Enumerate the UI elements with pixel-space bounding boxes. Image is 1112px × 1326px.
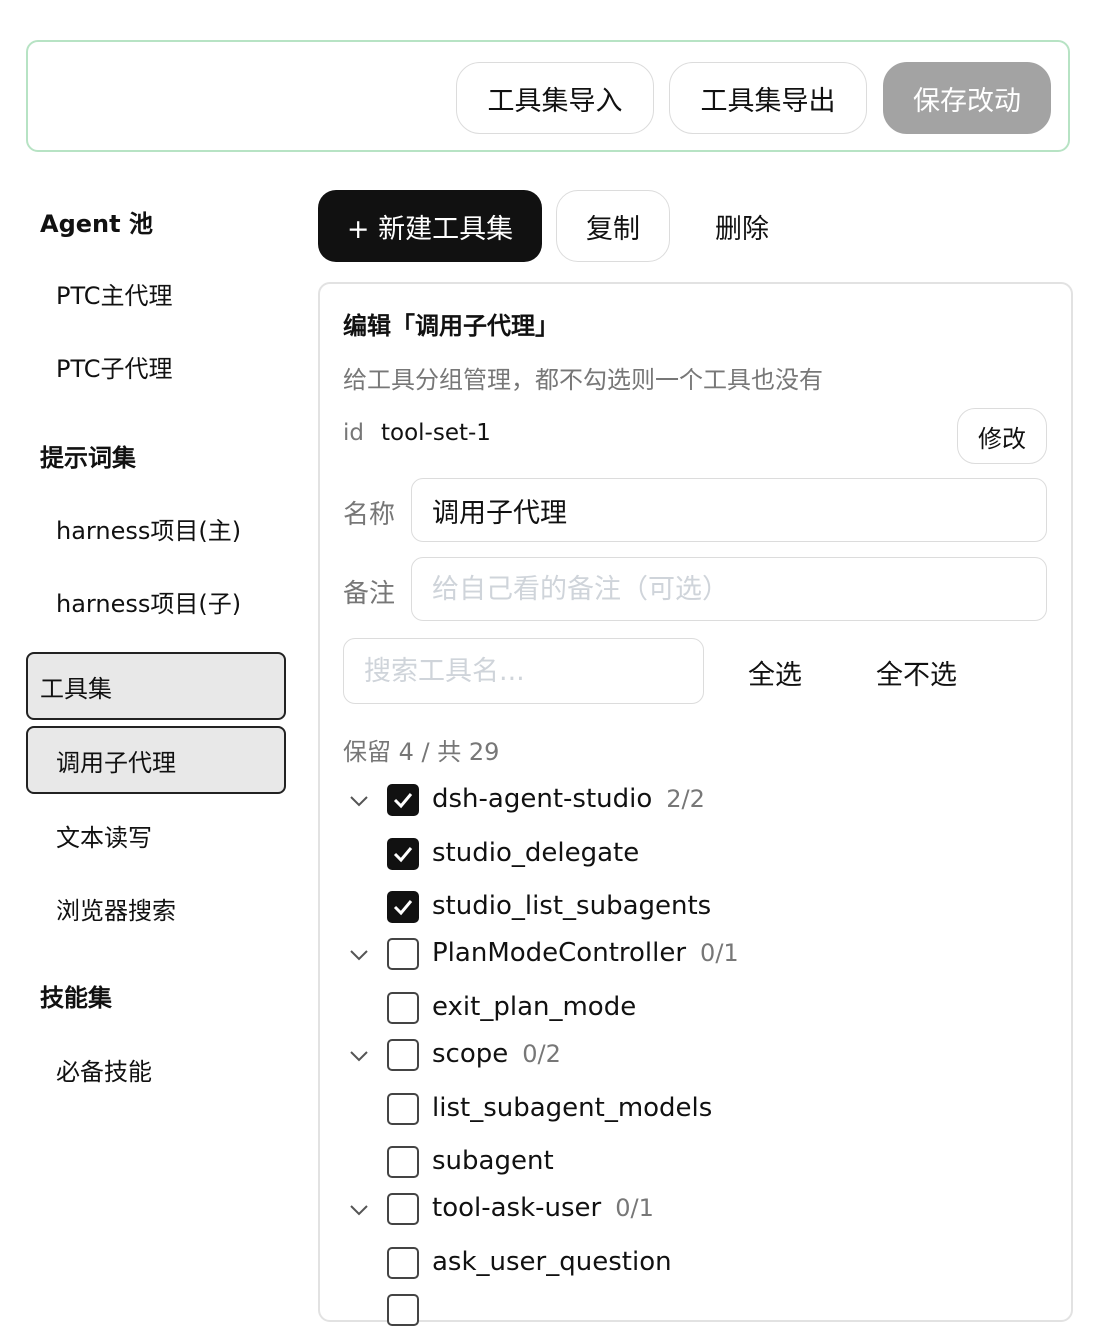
sidebar-group-prompt-sets: 提示词集 xyxy=(40,444,136,472)
tool-group-row: scope 0/2 xyxy=(432,1039,561,1069)
note-field[interactable] xyxy=(411,557,1047,621)
tool-group-name: tool-ask-user xyxy=(432,1193,602,1223)
save-changes-button[interactable]: 保存改动 xyxy=(883,62,1051,134)
group-checkbox[interactable] xyxy=(387,938,419,970)
check-icon xyxy=(393,847,413,863)
sidebar-group-tool-sets-label: 工具集 xyxy=(40,674,112,703)
tool-group-name: PlanModeController xyxy=(432,938,687,968)
name-field[interactable] xyxy=(411,478,1047,542)
sidebar-item-call-subagent-label: 调用子代理 xyxy=(56,748,176,777)
sidebar-item-call-subagent[interactable]: 调用子代理 xyxy=(26,726,286,794)
name-label: 名称 xyxy=(343,500,396,530)
export-toolset-button[interactable]: 工具集导出 xyxy=(669,62,867,134)
new-toolset-button[interactable]: + 新建工具集 xyxy=(318,190,542,262)
tool-search-input[interactable] xyxy=(343,638,704,704)
sidebar-item-ptc-main[interactable]: PTC主代理 xyxy=(56,276,172,311)
sidebar-item-harness-sub[interactable]: harness项目(子) xyxy=(56,584,241,619)
copy-button[interactable]: 复制 xyxy=(556,190,670,262)
sidebar-item-browser-search[interactable]: 浏览器搜索 xyxy=(56,891,176,926)
sidebar-group-skill-sets: 技能集 xyxy=(40,984,112,1012)
tool-group-row: dsh-agent-studio 2/2 xyxy=(432,784,705,814)
select-all-button[interactable]: 全选 xyxy=(748,653,802,692)
selection-count: 保留 4 / 共 29 xyxy=(343,738,500,766)
chevron-down-icon[interactable] xyxy=(348,1199,370,1221)
chevron-down-icon[interactable] xyxy=(348,944,370,966)
delete-button[interactable]: 删除 xyxy=(700,190,784,262)
sidebar-item-ptc-sub[interactable]: PTC子代理 xyxy=(56,349,172,384)
tool-group-count: 0/1 xyxy=(700,939,739,967)
tool-checkbox[interactable] xyxy=(387,1093,419,1125)
sidebar-item-harness-main[interactable]: harness项目(主) xyxy=(56,511,241,546)
sidebar-item-text-rw[interactable]: 文本读写 xyxy=(56,818,152,853)
group-checkbox[interactable] xyxy=(387,1193,419,1225)
tool-group-name: dsh-agent-studio xyxy=(432,784,653,814)
tool-name: list_subagent_models xyxy=(432,1093,713,1123)
tool-group-count: 2/2 xyxy=(666,785,705,813)
tool-checkbox[interactable] xyxy=(387,1294,419,1326)
tool-name: exit_plan_mode xyxy=(432,992,637,1022)
tool-checkbox[interactable] xyxy=(387,838,419,870)
tool-name: ask_user_question xyxy=(432,1247,672,1277)
import-toolset-button[interactable]: 工具集导入 xyxy=(456,62,654,134)
modify-id-button[interactable]: 修改 xyxy=(957,408,1047,464)
check-icon xyxy=(393,793,413,809)
chevron-down-icon[interactable] xyxy=(348,1045,370,1067)
id-value: tool-set-1 xyxy=(381,420,491,446)
id-label: id xyxy=(343,420,364,446)
chevron-down-icon[interactable] xyxy=(348,790,370,812)
editor-title: 编辑「调用子代理」 xyxy=(343,312,559,340)
select-none-button[interactable]: 全不选 xyxy=(876,653,957,692)
tool-group-row: tool-ask-user 0/1 xyxy=(432,1193,654,1223)
tool-checkbox[interactable] xyxy=(387,992,419,1024)
tool-group-name: scope xyxy=(432,1039,509,1069)
tool-checkbox[interactable] xyxy=(387,891,419,923)
tool-checkbox[interactable] xyxy=(387,1146,419,1178)
group-checkbox[interactable] xyxy=(387,1039,419,1071)
sidebar-group-tool-sets[interactable]: 工具集 xyxy=(26,652,286,720)
tool-group-count: 0/1 xyxy=(615,1194,654,1222)
tool-group-count: 0/2 xyxy=(522,1040,561,1068)
editor-description: 给工具分组管理，都不勾选则一个工具也没有 xyxy=(343,366,823,394)
note-label: 备注 xyxy=(343,579,396,609)
group-checkbox[interactable] xyxy=(387,784,419,816)
sidebar-item-essential-skills[interactable]: 必备技能 xyxy=(56,1052,152,1087)
tool-checkbox[interactable] xyxy=(387,1247,419,1279)
tool-name: subagent xyxy=(432,1146,554,1176)
tool-name: studio_list_subagents xyxy=(432,891,712,921)
sidebar-group-agent-pool: Agent 池 xyxy=(40,210,153,238)
check-icon xyxy=(393,900,413,916)
tool-group-row: PlanModeController 0/1 xyxy=(432,938,739,968)
tool-name: studio_delegate xyxy=(432,838,640,868)
